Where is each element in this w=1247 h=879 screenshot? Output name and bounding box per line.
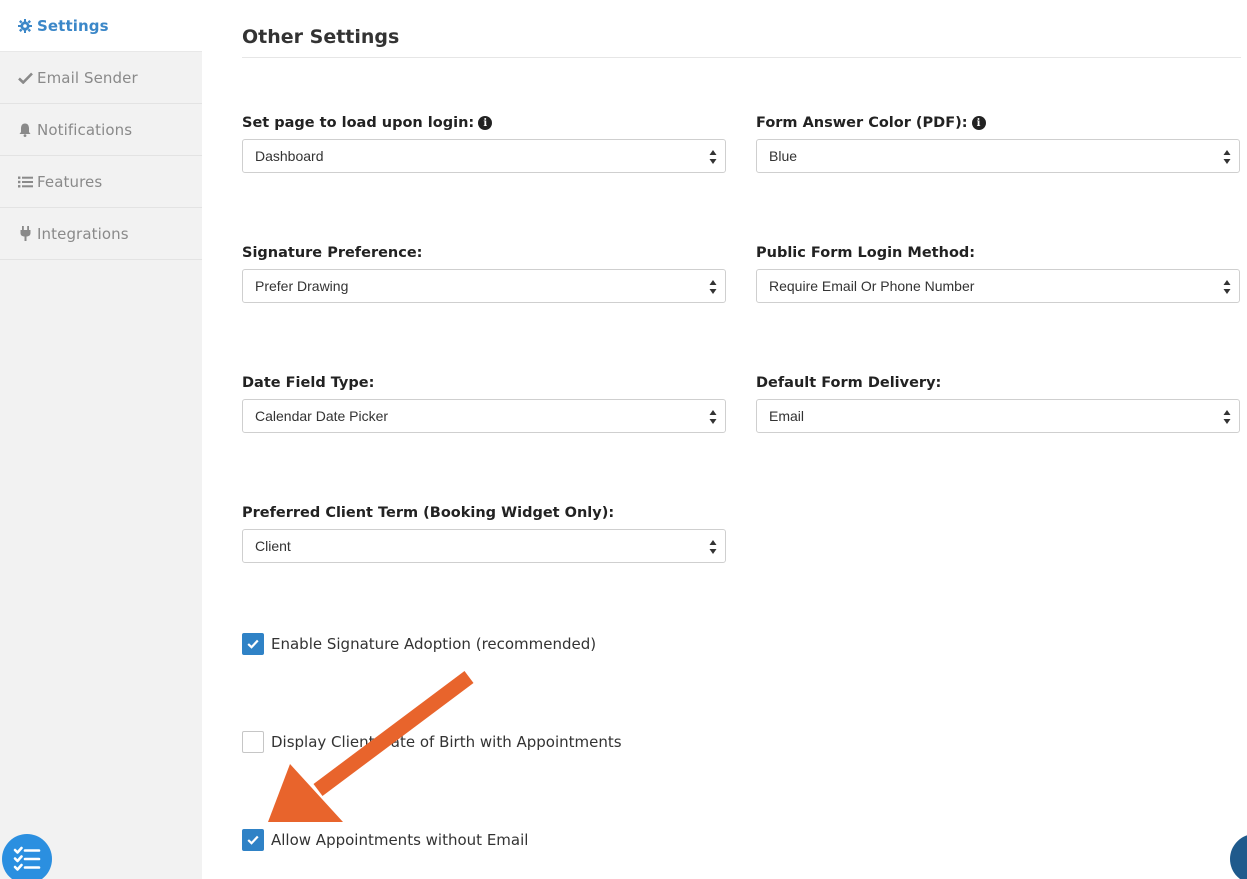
login-method-field: Public Form Login Method: Require Email … <box>756 243 1240 303</box>
sidebar-item-integrations[interactable]: Integrations <box>0 208 202 260</box>
sidebar-item-settings[interactable]: Settings <box>0 0 202 52</box>
client-term-select[interactable]: Client <box>242 529 726 563</box>
login-page-field: Set page to load upon login: i Dashboard <box>242 113 726 173</box>
answer-color-select[interactable]: Blue <box>756 139 1240 173</box>
select-arrows-icon <box>709 150 717 164</box>
checklist-fab-button[interactable] <box>2 834 52 879</box>
date-field-type-label: Date Field Type: <box>242 375 375 391</box>
select-value: Dashboard <box>255 148 324 164</box>
login-method-label: Public Form Login Method: <box>756 245 976 261</box>
display-dob-option[interactable]: Display Client Date of Birth with Appoin… <box>242 731 622 753</box>
signature-preference-field: Signature Preference: Prefer Drawing <box>242 243 726 303</box>
signature-adoption-option[interactable]: Enable Signature Adoption (recommended) <box>242 633 596 655</box>
allow-no-email-label: Allow Appointments without Email <box>271 831 529 849</box>
check-icon <box>17 70 33 86</box>
select-value: Email <box>769 408 805 424</box>
info-icon[interactable]: i <box>971 116 986 130</box>
bell-icon <box>17 122 33 138</box>
login-page-label: Set page to load upon login: <box>242 115 475 131</box>
checkmark-icon <box>247 835 259 845</box>
signature-preference-label: Signature Preference: <box>242 245 423 261</box>
sidebar-item-notifications[interactable]: Notifications <box>0 104 202 156</box>
login-page-select[interactable]: Dashboard <box>242 139 726 173</box>
field-label: Form Answer Color (PDF): i <box>756 113 1240 133</box>
sidebar-item-email-sender[interactable]: Email Sender <box>0 52 202 104</box>
form-delivery-field: Default Form Delivery: Email <box>756 373 1240 433</box>
select-value: Require Email Or Phone Number <box>769 278 975 294</box>
signature-adoption-checkbox[interactable] <box>242 633 264 655</box>
select-arrows-icon <box>709 280 717 294</box>
select-arrows-icon <box>1223 410 1231 424</box>
plug-icon <box>17 226 33 242</box>
date-field-type-field: Date Field Type: Calendar Date Picker <box>242 373 726 433</box>
field-label: Set page to load upon login: i <box>242 113 726 133</box>
sidebar-item-label: Email Sender <box>37 68 138 87</box>
sidebar-item-label: Settings <box>37 16 109 35</box>
sidebar: Settings Email Sender Notifications Feat… <box>0 0 202 879</box>
sidebar-item-label: Integrations <box>37 224 129 243</box>
form-delivery-select[interactable]: Email <box>756 399 1240 433</box>
info-icon[interactable]: i <box>478 116 493 130</box>
allow-no-email-checkbox[interactable] <box>242 829 264 851</box>
login-method-select[interactable]: Require Email Or Phone Number <box>756 269 1240 303</box>
select-arrows-icon <box>709 410 717 424</box>
checkmark-icon <box>247 639 259 649</box>
client-term-label: Preferred Client Term (Booking Widget On… <box>242 505 615 521</box>
sidebar-item-label: Features <box>37 172 103 191</box>
settings-panel: Other Settings Set page to load upon log… <box>242 0 1241 879</box>
select-value: Client <box>255 538 291 554</box>
allow-no-email-option[interactable]: Allow Appointments without Email <box>242 829 528 851</box>
select-value: Blue <box>769 148 798 164</box>
answer-color-field: Form Answer Color (PDF): i Blue <box>756 113 1240 173</box>
select-value: Prefer Drawing <box>255 278 349 294</box>
select-arrows-icon <box>709 540 717 554</box>
form-delivery-label: Default Form Delivery: <box>756 375 942 391</box>
gear-icon <box>17 18 33 34</box>
display-dob-checkbox[interactable] <box>242 731 264 753</box>
page-title: Other Settings <box>242 26 400 48</box>
title-divider <box>242 57 1241 58</box>
answer-color-label: Form Answer Color (PDF): <box>756 115 968 131</box>
select-value: Calendar Date Picker <box>255 408 389 424</box>
list-icon <box>17 174 33 190</box>
client-term-field: Preferred Client Term (Booking Widget On… <box>242 503 726 563</box>
select-arrows-icon <box>1223 280 1231 294</box>
select-arrows-icon <box>1223 150 1231 164</box>
signature-adoption-label: Enable Signature Adoption (recommended) <box>271 635 597 653</box>
checklist-icon <box>13 846 41 871</box>
date-field-type-select[interactable]: Calendar Date Picker <box>242 399 726 433</box>
signature-preference-select[interactable]: Prefer Drawing <box>242 269 726 303</box>
sidebar-item-label: Notifications <box>37 120 133 139</box>
display-dob-label: Display Client Date of Birth with Appoin… <box>271 733 622 751</box>
sidebar-item-features[interactable]: Features <box>0 156 202 208</box>
